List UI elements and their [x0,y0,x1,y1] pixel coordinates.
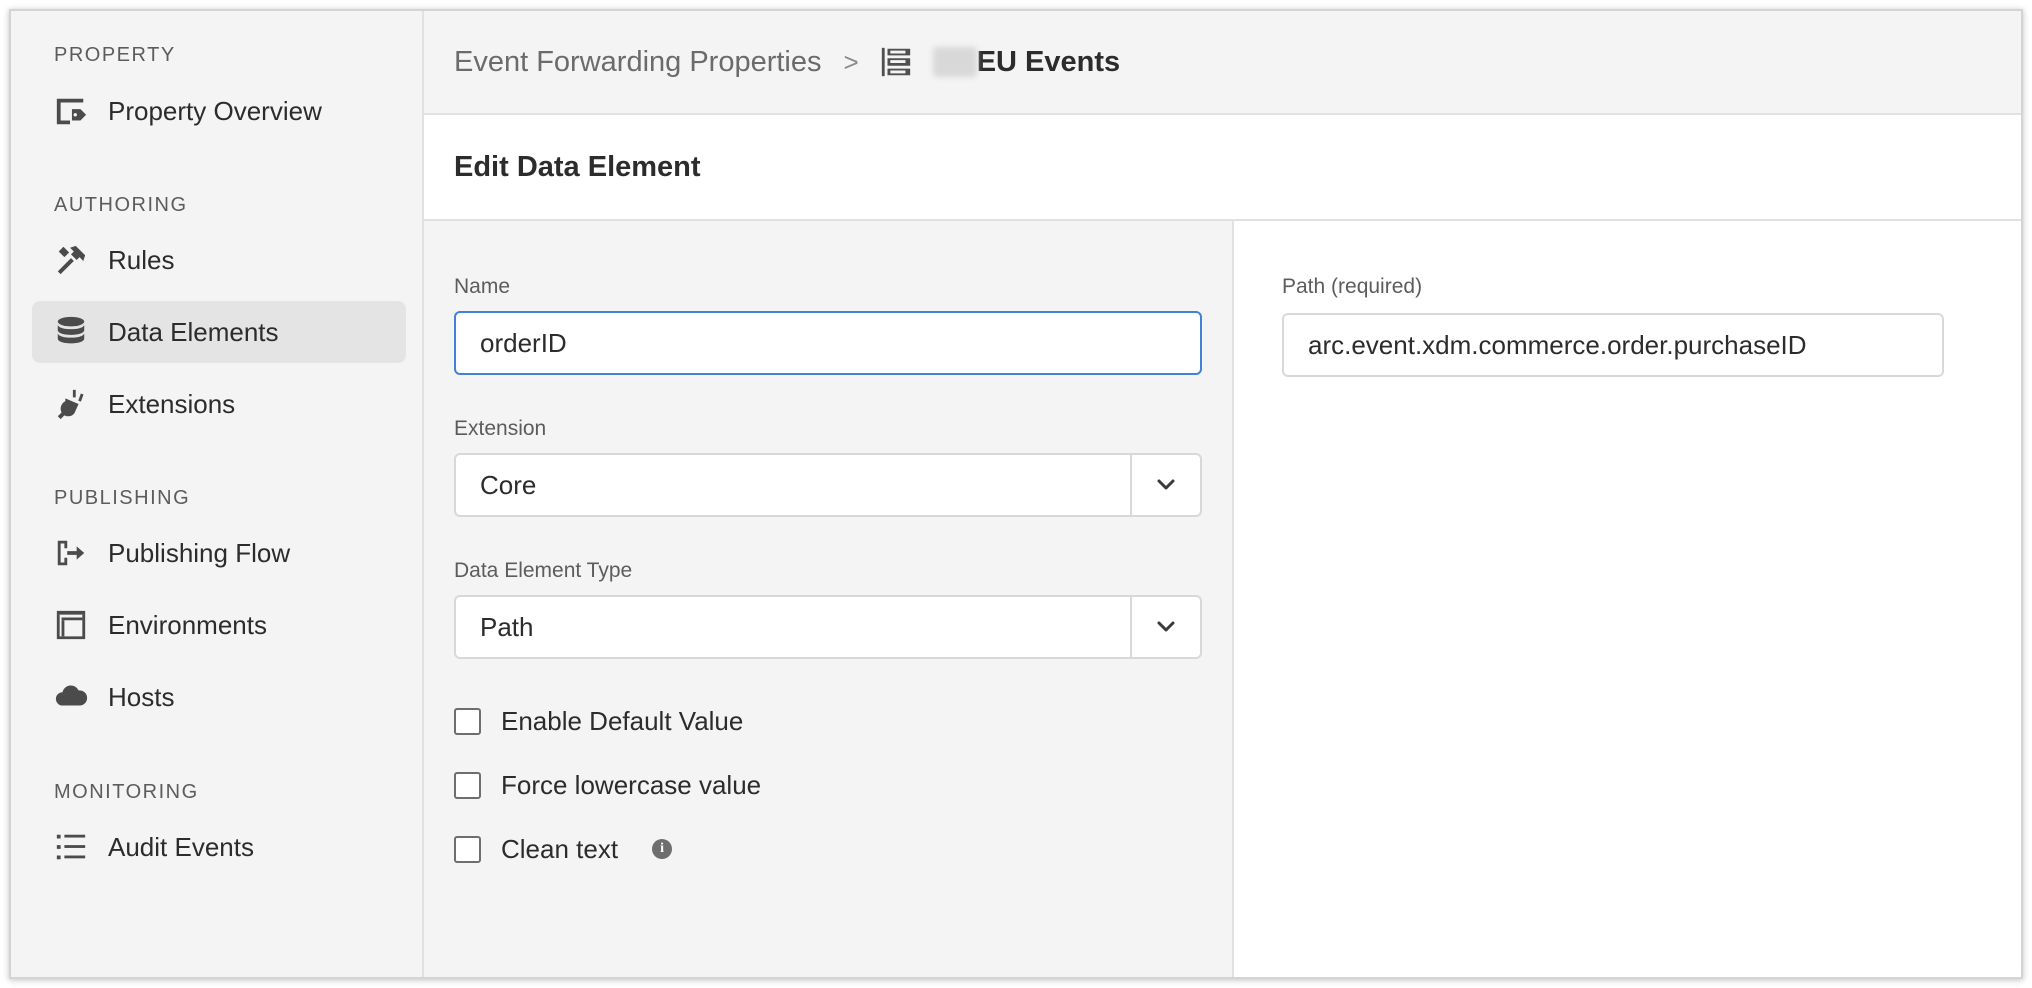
publish-flow-icon [53,535,89,571]
path-input[interactable] [1282,313,1944,377]
path-label: Path (required) [1282,275,1423,298]
server-icon [879,45,913,79]
window-icon [53,607,89,643]
sidebar-item-rules[interactable]: Rules [32,229,406,291]
sidebar-item-label: Property Overview [108,95,322,126]
breadcrumb-separator: > [843,46,859,77]
chevron-down-icon [1157,479,1175,490]
sidebar-item-label: Rules [108,244,175,275]
sidebar-item-publishing-flow[interactable]: Publishing Flow [32,522,406,584]
extension-picker-value: Core [480,469,537,500]
breadcrumb: Event Forwarding Properties > EU Events [424,11,2021,115]
breadcrumb-link-properties[interactable]: Event Forwarding Properties [454,46,822,79]
cloud-icon [53,679,89,715]
data-element-form: Name Extension Core Data Element Type Pa… [424,221,1234,977]
section-label-publishing: PUBLISHING [54,487,191,509]
sidebar-item-extensions[interactable]: Extensions [32,373,406,435]
sidebar-item-label: Publishing Flow [108,537,291,568]
database-icon [53,314,89,350]
data-element-type-picker-button[interactable] [1130,597,1200,657]
data-element-type-picker-value: Path [480,611,534,642]
app-window: PROPERTY Property Overview AUTHORING Rul… [9,9,2023,979]
name-input[interactable] [454,311,1202,375]
sidebar-item-label: Environments [108,609,267,640]
force-lowercase-checkbox[interactable] [454,771,481,799]
extension-picker[interactable]: Core [454,453,1202,517]
rules-icon [53,242,89,278]
force-lowercase-checkbox-row[interactable]: Force lowercase value [454,765,761,805]
sidebar-item-label: Data Elements [108,316,279,347]
section-label-monitoring: MONITORING [54,781,199,803]
sidebar-item-label: Extensions [108,388,236,419]
clean-text-checkbox[interactable] [454,835,481,863]
data-element-type-picker[interactable]: Path [454,595,1202,659]
plug-icon [53,386,89,422]
section-label-property: PROPERTY [54,44,176,66]
redacted-prefix [932,47,977,77]
list-icon [53,829,89,865]
enable-default-value-label: Enable Default Value [501,705,744,736]
property-overview-icon [53,93,89,129]
extension-label: Extension [454,417,547,440]
enable-default-value-checkbox-row[interactable]: Enable Default Value [454,701,743,741]
page-title: Edit Data Element [454,150,701,183]
sidebar: PROPERTY Property Overview AUTHORING Rul… [11,11,424,977]
clean-text-checkbox-row[interactable]: Clean text i [454,829,673,869]
clean-text-label: Clean text [501,833,619,864]
sidebar-item-hosts[interactable]: Hosts [32,666,406,728]
chevron-down-icon [1157,621,1175,632]
data-element-config: Path (required) [1234,221,2021,977]
enable-default-value-checkbox[interactable] [454,707,481,735]
section-label-authoring: AUTHORING [54,194,188,216]
name-label: Name [454,275,511,298]
sidebar-item-label: Hosts [108,681,175,712]
sidebar-item-environments[interactable]: Environments [32,594,406,656]
breadcrumb-current: EU Events [976,45,1121,78]
sidebar-item-data-elements[interactable]: Data Elements [32,301,406,363]
sidebar-item-property-overview[interactable]: Property Overview [32,80,406,142]
title-bar: Edit Data Element [424,115,2021,221]
sidebar-item-audit-events[interactable]: Audit Events [32,816,406,878]
info-icon[interactable]: i [652,839,673,859]
data-element-type-label: Data Element Type [454,559,633,582]
extension-picker-button[interactable] [1130,455,1200,515]
sidebar-item-label: Audit Events [108,831,254,862]
force-lowercase-label: Force lowercase value [501,769,762,800]
